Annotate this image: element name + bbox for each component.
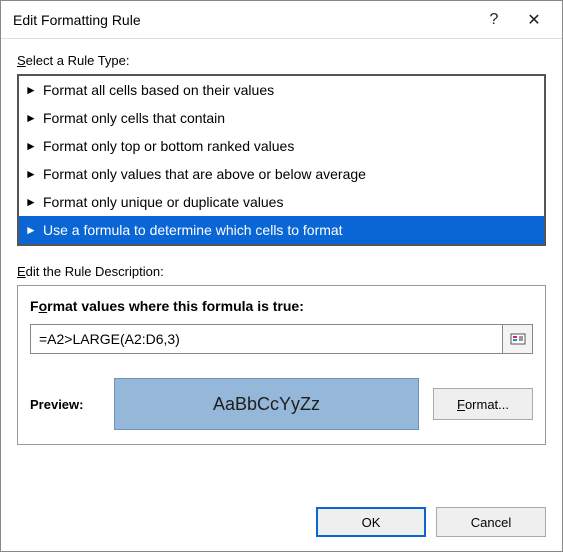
rule-type-item[interactable]: ► Format only top or bottom ranked value… [19,132,544,160]
preview-row: Preview: AaBbCcYyZz Format... [30,378,533,430]
dialog-footer: OK Cancel [1,497,562,551]
rule-type-text: Use a formula to determine which cells t… [43,219,343,241]
rule-description-box: Format values where this formula is true… [17,285,546,445]
formula-title: Format values where this formula is true… [30,298,533,314]
list-marker-icon: ► [25,163,39,185]
cancel-button[interactable]: Cancel [436,507,546,537]
content-area: Select a Rule Type: ► Format all cells b… [1,39,562,497]
edit-description-label: Edit the Rule Description: [17,264,546,279]
dialog-title: Edit Formatting Rule [13,12,474,28]
refedit-button[interactable] [503,324,533,354]
preview-swatch: AaBbCcYyZz [114,378,419,430]
formula-input[interactable] [30,324,503,354]
rule-type-text: Format all cells based on their values [43,79,274,101]
list-marker-icon: ► [25,135,39,157]
rule-type-text: Format only top or bottom ranked values [43,135,294,157]
rule-type-item[interactable]: ► Format only values that are above or b… [19,160,544,188]
refedit-icon [510,331,526,347]
rule-type-text: Format only values that are above or bel… [43,163,366,185]
formula-row [30,324,533,354]
help-button[interactable]: ? [474,6,514,34]
close-button[interactable]: ✕ [514,6,554,34]
rule-type-item[interactable]: ► Format only cells that contain [19,104,544,132]
ok-button[interactable]: OK [316,507,426,537]
rule-type-item[interactable]: ► Format all cells based on their values [19,76,544,104]
help-icon: ? [490,11,499,29]
list-marker-icon: ► [25,107,39,129]
rule-type-text: Format only unique or duplicate values [43,191,283,213]
edit-formatting-rule-dialog: Edit Formatting Rule ? ✕ Select a Rule T… [0,0,563,552]
format-button[interactable]: Format... [433,388,533,420]
select-rule-type-label: Select a Rule Type: [17,53,546,68]
list-marker-icon: ► [25,191,39,213]
list-marker-icon: ► [25,79,39,101]
rule-type-text: Format only cells that contain [43,107,225,129]
rule-type-item[interactable]: ► Use a formula to determine which cells… [19,216,544,244]
rule-type-list[interactable]: ► Format all cells based on their values… [17,74,546,246]
preview-sample-text: AaBbCcYyZz [213,394,320,415]
rule-type-item[interactable]: ► Format only unique or duplicate values [19,188,544,216]
preview-label: Preview: [30,397,100,412]
close-icon: ✕ [527,10,540,30]
list-marker-icon: ► [25,219,39,241]
titlebar: Edit Formatting Rule ? ✕ [1,1,562,39]
